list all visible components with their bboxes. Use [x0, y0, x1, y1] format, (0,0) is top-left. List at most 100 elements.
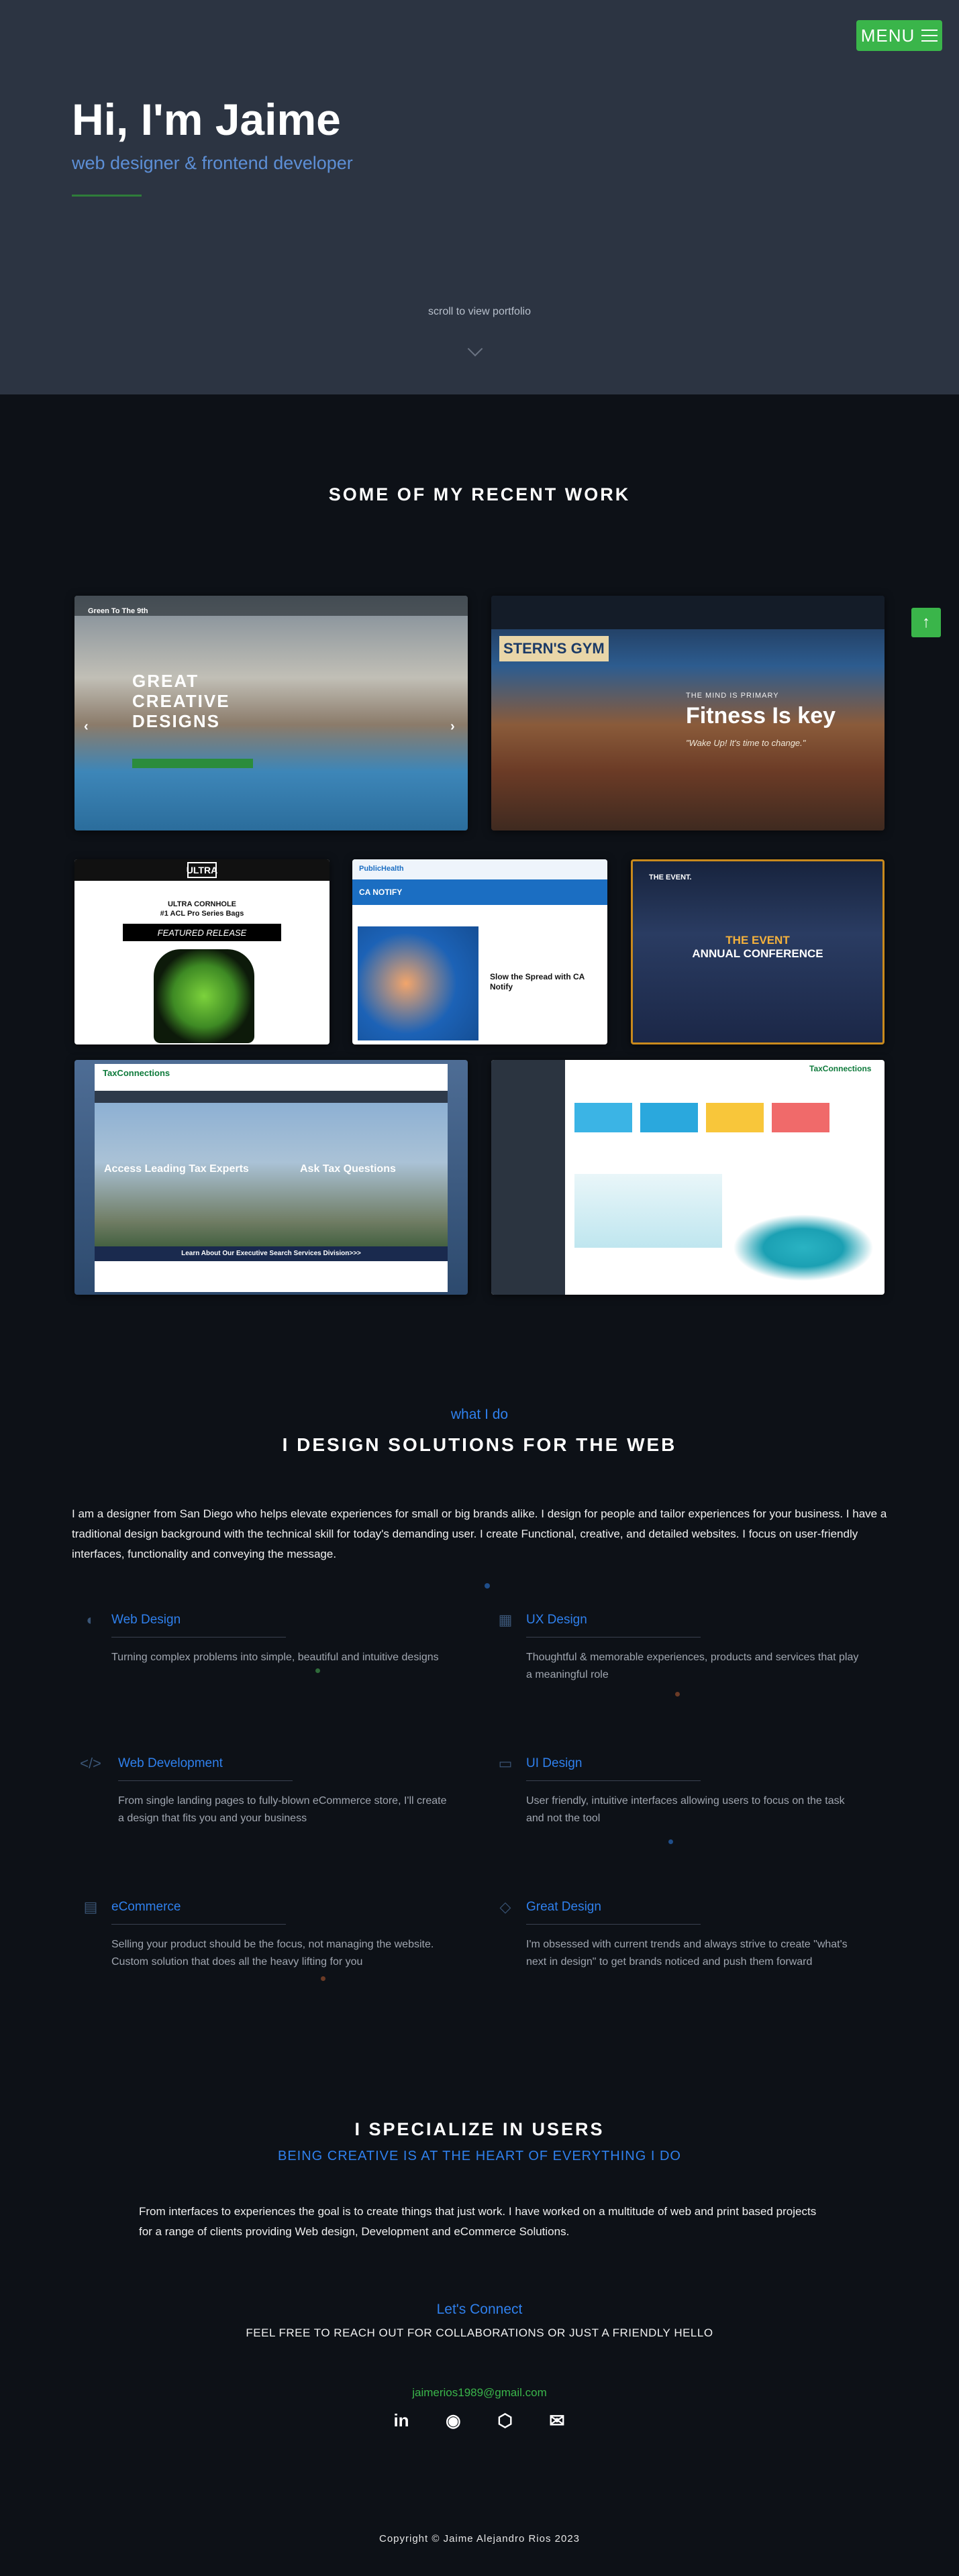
background-dot — [668, 1839, 673, 1844]
github-icon[interactable]: ◉ — [440, 2407, 466, 2434]
thumb-card — [574, 1103, 632, 1132]
thumb-kicker: THE MIND IS PRIMARY — [686, 692, 779, 700]
thumb-card — [772, 1103, 829, 1132]
thumb-brand: PublicHealth — [359, 865, 404, 873]
thumb-strip: Learn About Our Executive Search Service… — [95, 1246, 448, 1261]
service-description: I'm obsessed with current trends and alw… — [526, 1939, 848, 1968]
portfolio-item-the-event[interactable]: THE EVENT. THE EVENT ANNUAL CONFERENCE — [631, 859, 885, 1044]
chevron-down-icon[interactable] — [467, 341, 483, 357]
portfolio-item-ultra-cornhole[interactable]: ULTRA ULTRA CORNHOLE #1 ACL Pro Series B… — [74, 859, 330, 1044]
monitor-icon: ▭ — [498, 1755, 513, 1772]
service-divider — [111, 1637, 286, 1638]
email-link[interactable]: jaimerios1989@gmail.com — [0, 2386, 959, 2400]
service-divider — [526, 1780, 701, 1781]
service-title: Great Design — [526, 1900, 601, 1914]
codepen-icon[interactable]: ⬡ — [492, 2407, 519, 2434]
portfolio-item-public-health[interactable]: PublicHealth CA NOTIFY Slow the Spread w… — [352, 859, 607, 1044]
thumb-text: ULTRA CORNHOLE #1 ACL Pro Series Bags — [74, 900, 330, 918]
portfolio-item-taxconnections[interactable]: TaxConnections Access Leading Tax Expert… — [74, 1060, 468, 1295]
thumb-world-map — [733, 1214, 874, 1281]
service-title: Web Development — [118, 1756, 223, 1770]
thumb-card — [706, 1103, 764, 1132]
hero-subtitle: web designer & frontend developer — [72, 153, 353, 173]
thumb-brand: TaxConnections — [103, 1068, 170, 1078]
thumb-caption: Fitness Is key — [686, 703, 836, 729]
product-image — [154, 949, 254, 1043]
thumb-site: TaxConnections Access Leading Tax Expert… — [95, 1064, 448, 1292]
thumb-line-1: ULTRA CORNHOLE — [167, 900, 237, 908]
menu-label: MENU — [860, 25, 915, 46]
service-divider — [526, 1637, 701, 1638]
thumb-subtitle: "Wake Up! It's time to change." — [686, 738, 806, 748]
thumb-text: THE EVENT ANNUAL CONFERENCE — [633, 934, 882, 961]
portfolio-item-green-to-the-9th[interactable]: Green To The 9th GREAT CREATIVE DESIGNS … — [74, 596, 468, 830]
thumb-nav-bar: PublicHealth — [352, 859, 607, 879]
background-dot — [315, 1668, 320, 1673]
thumb-nav-bar — [95, 1091, 448, 1103]
thumb-photo — [95, 1103, 448, 1252]
footer-copyright: Copyright © Jaime Alejandro Rios 2023 — [378, 2533, 581, 2544]
social-links: in ◉ ⬡ ✉ — [388, 2407, 570, 2434]
portfolio-item-sterns-gym[interactable]: STERN'S GYM THE MIND IS PRIMARY Fitness … — [491, 596, 885, 830]
thumb-line-2: ANNUAL CONFERENCE — [692, 947, 823, 960]
thumb-brand: STERN'S GYM — [499, 636, 609, 661]
background-dot — [485, 1583, 490, 1589]
arrow-up-icon[interactable]: ↑ — [911, 608, 941, 637]
specialize-title: I SPECIALIZE IN USERS — [354, 2119, 605, 2139]
service-title: Web Design — [111, 1613, 181, 1627]
service-divider — [118, 1780, 293, 1781]
service-description: Turning complex problems into simple, be… — [111, 1652, 439, 1663]
thumb-line-1: THE EVENT — [725, 934, 790, 947]
service-title: UX Design — [526, 1613, 587, 1627]
diamond-icon: ◇ — [499, 1898, 511, 1915]
thumb-logo: ULTRA — [187, 862, 217, 878]
background-dot — [675, 1692, 680, 1697]
scroll-hint[interactable]: scroll to view portfolio — [0, 306, 959, 318]
cubes-icon: ▦ — [498, 1611, 513, 1628]
portfolio-item-dashboard[interactable]: TaxConnections — [491, 1060, 885, 1295]
specialize-subtitle: BEING CREATIVE IS AT THE HEART OF EVERYT… — [278, 2149, 681, 2163]
works-title: SOME OF MY RECENT WORK — [328, 484, 631, 504]
service-title: UI Design — [526, 1756, 583, 1770]
hero-title: Hi, I'm Jaime — [72, 95, 341, 144]
thumb-brand: THE EVENT. — [649, 873, 692, 881]
specialize-paragraph: From interfaces to experiences the goal … — [139, 2205, 817, 2238]
thumb-brand: Green To The 9th — [88, 607, 148, 615]
background-dot — [321, 1976, 325, 1981]
service-description: Selling your product should be the focus… — [111, 1939, 434, 1968]
service-title: eCommerce — [111, 1900, 181, 1914]
chevron-left-icon: ‹ — [84, 719, 90, 734]
thumb-line-2: #1 ACL Pro Series Bags — [160, 910, 244, 918]
thumb-caption-right: Ask Tax Questions — [300, 1163, 396, 1175]
what-i-do-paragraph: I am a designer from San Diego who helps… — [72, 1507, 887, 1560]
what-i-do-kicker: what I do — [450, 1407, 509, 1422]
hero-divider — [72, 195, 142, 197]
menu-button[interactable]: MENU — [856, 20, 942, 51]
thumb-sidebar — [491, 1060, 565, 1295]
thumb-heading: Slow the Spread with CA Notify — [490, 972, 585, 991]
thumb-cta — [132, 759, 253, 768]
contact-kicker: Let's Connect — [436, 2302, 523, 2317]
document-icon: ▤ — [83, 1898, 98, 1915]
hero-section: MENU Hi, I'm Jaime web designer & fronte… — [0, 0, 959, 394]
service-description: Thoughtful & memorable experiences, prod… — [526, 1652, 859, 1680]
service-divider — [111, 1924, 286, 1925]
thumb-banner: CA NOTIFY — [352, 879, 607, 905]
thumb-caption-left: Access Leading Tax Experts — [104, 1163, 249, 1175]
envelope-icon[interactable]: ✉ — [544, 2407, 570, 2434]
chevron-right-icon: › — [450, 719, 456, 734]
service-description: From single landing pages to fully-blown… — [118, 1795, 447, 1824]
thumb-chart — [574, 1174, 722, 1248]
service-divider — [526, 1924, 701, 1925]
hamburger-icon — [921, 30, 938, 42]
thumb-brand: TaxConnections — [809, 1064, 872, 1073]
what-i-do-title: I DESIGN SOLUTIONS FOR THE WEB — [282, 1434, 677, 1455]
palette-icon: ◐ — [86, 1611, 95, 1628]
thumb-card — [640, 1103, 698, 1132]
service-description: User friendly, intuitive interfaces allo… — [526, 1795, 845, 1824]
contact-line: FEEL FREE TO REACH OUT FOR COLLABORATION… — [246, 2326, 713, 2339]
thumb-badge: FEATURED RELEASE — [123, 924, 281, 941]
linkedin-icon[interactable]: in — [388, 2407, 415, 2434]
code-icon: </> — [80, 1755, 101, 1772]
thumb-nav-bar — [491, 596, 885, 629]
